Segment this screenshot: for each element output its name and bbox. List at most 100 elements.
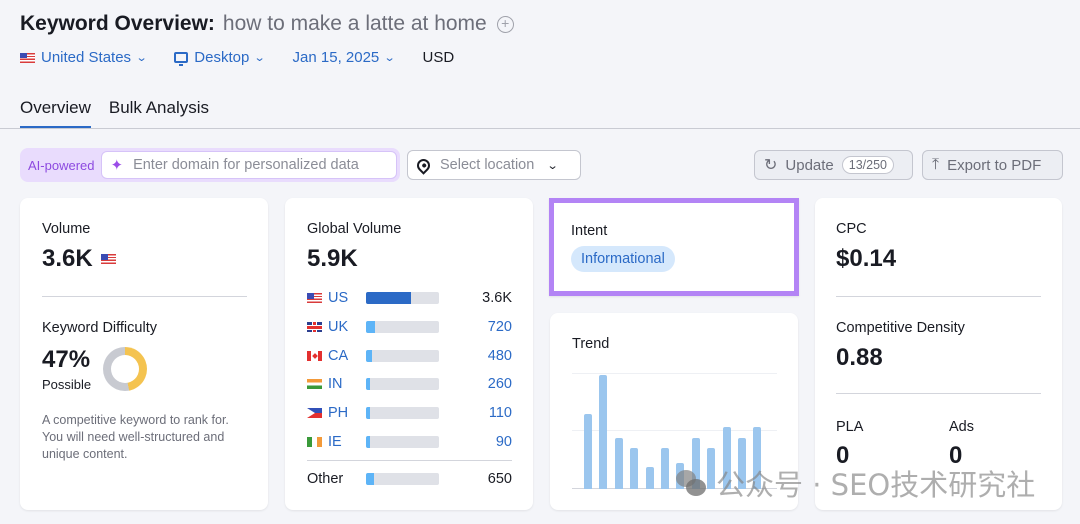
kd-value: 47% (42, 346, 91, 373)
trend-bar[interactable] (661, 447, 669, 489)
country-label: United States (41, 49, 132, 66)
gridline (572, 373, 777, 374)
country-code: PH (328, 405, 349, 421)
country-volume[interactable]: 260 (439, 376, 512, 392)
pla-value: 0 (836, 442, 850, 469)
date-dropdown[interactable]: Jan 15, 2025 ⌄ (292, 49, 396, 66)
sparkle-icon: ✦ (110, 157, 124, 174)
share-bar (366, 436, 439, 448)
country-row-uk[interactable]: UK 720 (307, 317, 512, 337)
cpc-card: CPC $0.14 Competitive Density 0.88 PLA 0… (815, 198, 1062, 510)
currency-label: USD (422, 49, 455, 66)
upload-icon: ⤒ (932, 156, 940, 173)
share-bar-fill (366, 321, 375, 333)
country-row-ph[interactable]: PH 110 (307, 403, 512, 423)
share-bar (366, 473, 439, 485)
chevron-down-icon: ⌄ (383, 52, 396, 64)
country-volume[interactable]: 480 (439, 348, 512, 364)
share-bar-fill (366, 436, 371, 448)
trend-chart (572, 373, 777, 490)
country-volume[interactable]: 720 (439, 319, 512, 335)
share-bar-fill (366, 473, 375, 485)
trend-bar[interactable] (691, 437, 700, 489)
country-volume[interactable]: 90 (439, 434, 512, 450)
date-label: Jan 15, 2025 (292, 49, 380, 66)
country-code: IE (328, 434, 342, 450)
pla-label: PLA (836, 419, 864, 435)
competitive-density-value: 0.88 (836, 344, 883, 371)
trend-bar[interactable] (645, 467, 654, 489)
country-row-ca[interactable]: CA 480 (307, 346, 512, 366)
export-pdf-button[interactable]: ⤒ Export to PDF (922, 150, 1063, 180)
kd-description: A competitive keyword to rank for. You w… (42, 413, 229, 461)
trend-bar[interactable] (676, 462, 685, 489)
monitor-icon (174, 52, 189, 66)
country-row-other: Other 650 (307, 469, 512, 489)
share-bar-fill (366, 292, 411, 304)
page-header: Keyword Overview: how to make a latte at… (20, 12, 514, 36)
keyword-text: how to make a latte at home (222, 12, 487, 35)
divider (836, 393, 1041, 394)
other-label: Other (307, 471, 344, 487)
page-title: Keyword Overview: (20, 12, 215, 35)
intent-label: Intent (571, 223, 608, 239)
tabs-divider (0, 128, 1080, 129)
plus-circle-icon[interactable]: + (496, 15, 514, 33)
trend-bar[interactable] (722, 427, 731, 489)
trend-bar[interactable] (707, 447, 716, 489)
kd-label: Keyword Difficulty (42, 320, 157, 336)
ph-flag-icon (307, 408, 322, 418)
device-label: Desktop (194, 49, 250, 66)
share-bar-fill (366, 378, 371, 390)
tab-bulk-analysis[interactable]: Bulk Analysis (109, 98, 209, 129)
trend-label: Trend (572, 336, 610, 352)
us-flag-icon (100, 254, 116, 264)
country-row-in[interactable]: IN 260 (307, 374, 512, 394)
volume-label: Volume (42, 221, 91, 237)
filters-bar: United States ⌄ Desktop ⌄ Jan 15, 2025 ⌄… (20, 49, 454, 66)
tab-overview[interactable]: Overview (20, 98, 91, 129)
trend-bar[interactable] (630, 447, 639, 489)
country-code: UK (328, 319, 349, 335)
volume-card: Volume 3.6K Keyword Difficulty 47% Possi… (20, 198, 268, 510)
country-volume[interactable]: 110 (439, 405, 512, 421)
trend-bar[interactable] (614, 437, 623, 489)
trend-bar[interactable] (738, 437, 746, 489)
domain-input[interactable] (133, 157, 384, 173)
intent-card: Intent Informational (549, 198, 799, 296)
volume-value: 3.6K (42, 245, 93, 272)
location-placeholder: Select location (440, 157, 535, 173)
location-select[interactable]: Select location ⌄ (407, 150, 581, 180)
cpc-label: CPC (836, 221, 867, 237)
kd-rating: Possible (42, 377, 92, 392)
export-label: Export to PDF (947, 156, 1042, 174)
kd-donut-chart (103, 347, 148, 391)
country-volume: 3.6K (482, 290, 512, 306)
ads-value: 0 (949, 442, 963, 469)
update-label: Update (785, 156, 834, 174)
trend-bar[interactable] (599, 375, 608, 489)
share-bar (366, 292, 439, 304)
tabs: Overview Bulk Analysis (20, 98, 209, 129)
intent-badge[interactable]: Informational (571, 246, 675, 272)
ads-label: Ads (949, 419, 974, 435)
other-volume: 650 (487, 471, 512, 487)
country-row-us[interactable]: US 3.6K (307, 288, 512, 308)
in-flag-icon (307, 379, 322, 389)
global-volume-value: 5.9K (307, 245, 358, 272)
country-row-ie[interactable]: IE 90 (307, 432, 512, 452)
divider (42, 296, 247, 297)
refresh-icon: ↻ (764, 157, 778, 174)
ai-domain-box: AI-powered ✦ (20, 148, 400, 182)
share-bar-fill (366, 407, 371, 419)
ca-flag-icon (307, 351, 322, 361)
competitive-density-label: Competitive Density (836, 320, 965, 336)
domain-input-wrapper[interactable]: ✦ (101, 151, 397, 179)
country-dropdown[interactable]: United States ⌄ (20, 49, 148, 66)
share-bar-fill (366, 350, 372, 362)
trend-bar[interactable] (753, 427, 762, 489)
update-button[interactable]: ↻ Update 13/250 (754, 150, 913, 180)
trend-bar[interactable] (584, 413, 592, 489)
uk-flag-icon (307, 322, 322, 332)
device-dropdown[interactable]: Desktop ⌄ (174, 49, 266, 66)
